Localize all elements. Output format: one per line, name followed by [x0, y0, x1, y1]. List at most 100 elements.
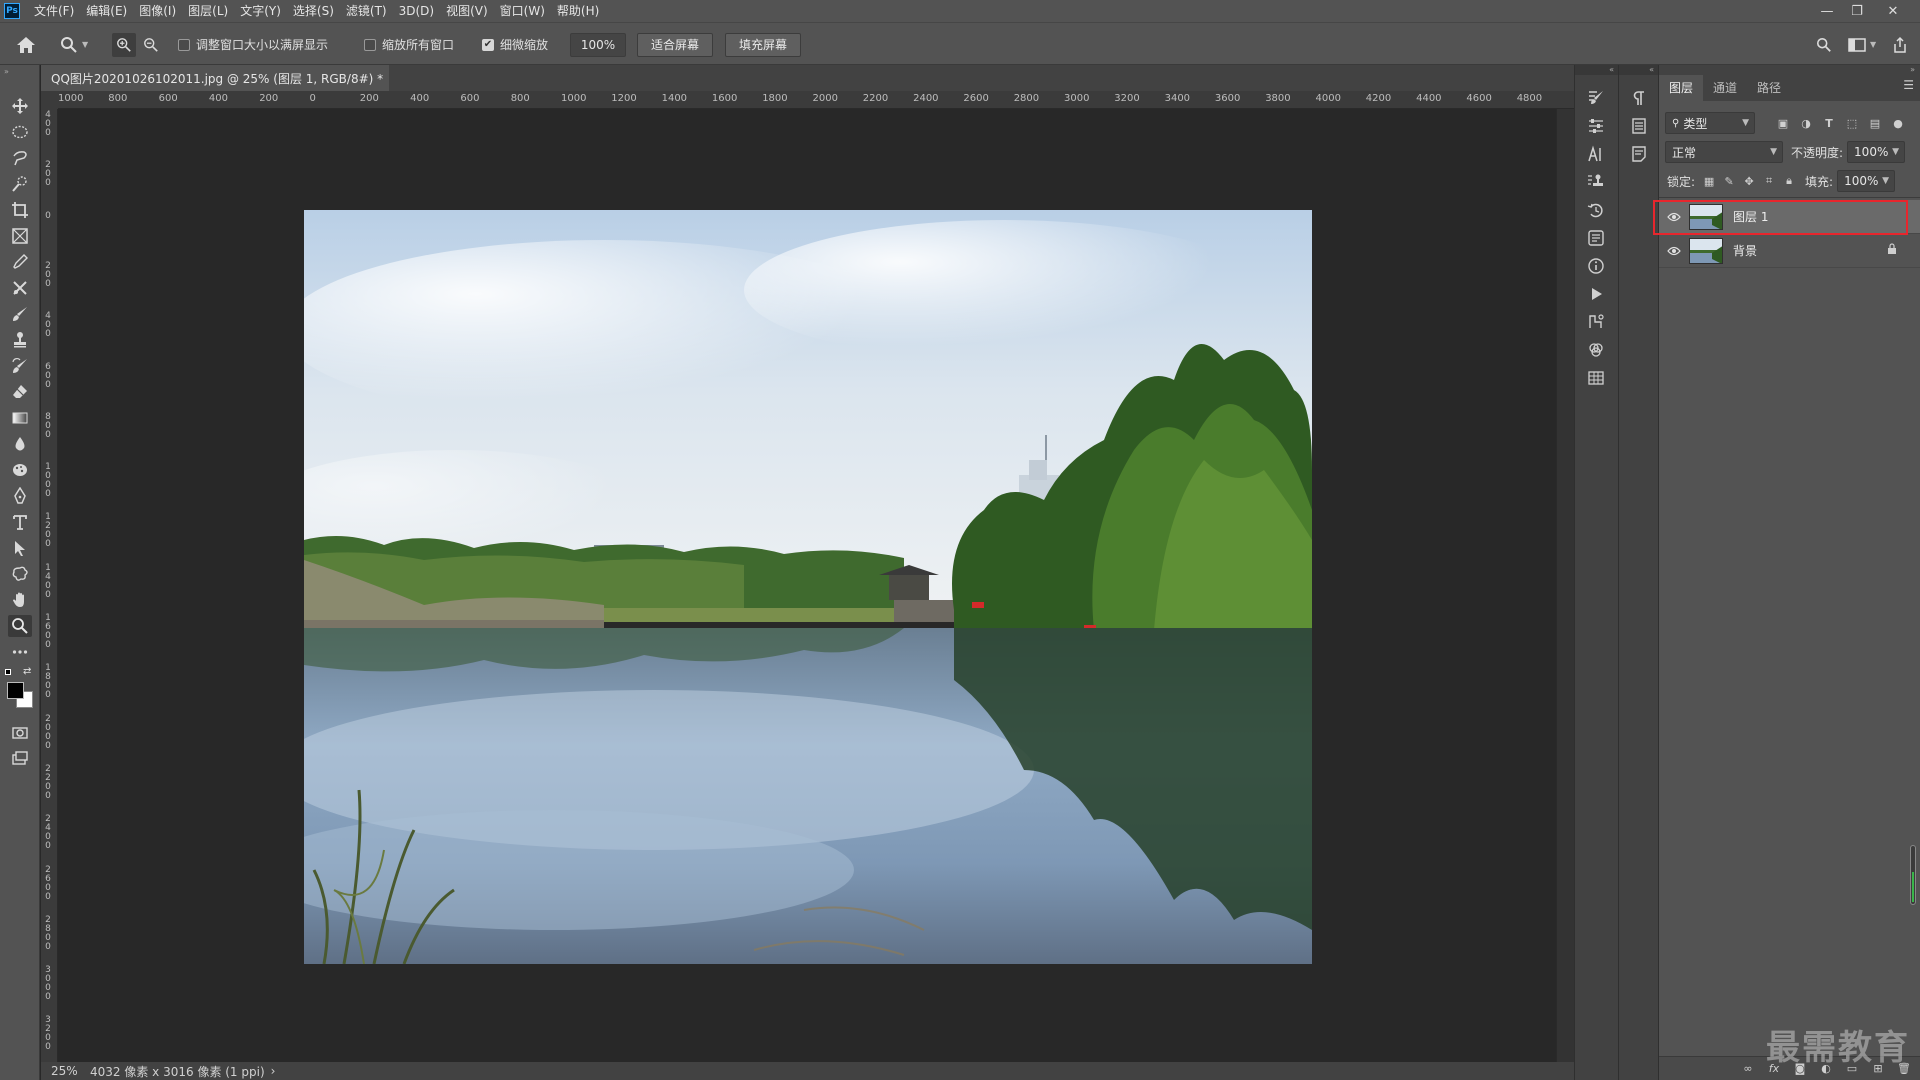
pen-tool[interactable] [8, 485, 32, 507]
status-menu-arrow-icon[interactable]: › [271, 1064, 276, 1078]
lock-position-icon[interactable]: ✥ [1741, 173, 1757, 189]
lock-image-pixels-icon[interactable]: ✎ [1721, 173, 1737, 189]
lock-all-icon[interactable]: 🔒︎ [1781, 173, 1797, 189]
brush-tool[interactable] [8, 303, 32, 325]
menu-window[interactable]: 窗口(W) [494, 0, 551, 22]
home-button[interactable] [16, 23, 36, 66]
move-tool[interactable] [8, 95, 32, 117]
search-button[interactable] [1816, 23, 1832, 66]
blend-mode-select[interactable]: 正常 ▼ [1665, 141, 1783, 163]
path-selection-tool[interactable] [8, 537, 32, 559]
link-layers-icon[interactable]: ∞ [1741, 1062, 1755, 1075]
document-tab[interactable]: QQ图片20201026102011.jpg @ 25% (图层 1, RGB/… [41, 65, 389, 91]
visibility-eye-icon[interactable] [1659, 246, 1689, 256]
hand-tool[interactable] [8, 589, 32, 611]
gradient-tool[interactable] [8, 407, 32, 429]
quick-mask-button[interactable] [8, 722, 32, 744]
resize-windows-option[interactable]: 调整窗口大小以满屏显示 [178, 23, 328, 66]
zoom-percent-field[interactable]: 100% [570, 32, 626, 57]
type-tool[interactable] [8, 511, 32, 533]
layer-filter-kind-select[interactable]: ⚲ 类型 ▼ [1665, 112, 1755, 134]
actions-panel-button[interactable] [1585, 283, 1607, 305]
tab-layers[interactable]: 图层 [1659, 75, 1704, 101]
panel-menu-icon[interactable]: ☰ [1903, 78, 1914, 92]
menu-help[interactable]: 帮助(H) [551, 0, 605, 22]
fill-field[interactable]: 100% ▼ [1837, 170, 1896, 192]
zoom-in-button[interactable] [112, 23, 136, 66]
menu-type[interactable]: 文字(Y) [234, 0, 287, 22]
ruler-origin[interactable] [41, 91, 58, 109]
filter-smart-objects-icon[interactable]: ▤ [1867, 115, 1883, 131]
paragraph-panel-button[interactable] [1628, 87, 1650, 109]
zoom-all-windows-option[interactable]: 缩放所有窗口 [364, 23, 454, 66]
filter-pixel-layers-icon[interactable]: ▣ [1775, 115, 1791, 131]
menu-file[interactable]: 文件(F) [28, 0, 80, 22]
tab-paths[interactable]: 路径 [1747, 75, 1791, 101]
zoom-level-field[interactable]: 25% [41, 1064, 90, 1078]
menu-layer[interactable]: 图层(L) [182, 0, 234, 22]
info-panel-button[interactable] [1585, 255, 1607, 277]
edit-toolbar-button[interactable] [8, 641, 32, 663]
marquee-tool[interactable] [8, 121, 32, 143]
zoom-tool[interactable] [8, 615, 32, 637]
menu-image[interactable]: 图像(I) [133, 0, 182, 22]
clone-source-panel-button[interactable] [1585, 171, 1607, 193]
close-button[interactable]: ✕ [1878, 0, 1908, 22]
collapse-dock-icon[interactable]: « [1575, 65, 1618, 75]
share-button[interactable] [1892, 23, 1908, 66]
history-panel-button[interactable] [1585, 199, 1607, 221]
history-brush-tool[interactable] [8, 355, 32, 377]
tool-preset-picker[interactable]: ▼ [60, 23, 88, 66]
properties-panel-button[interactable] [1628, 115, 1650, 137]
canvas-vertical-scrollbar[interactable] [1556, 109, 1574, 1062]
layer-row-background[interactable]: 背景 [1659, 234, 1920, 268]
frame-tool[interactable] [8, 225, 32, 247]
scrubby-zoom-checkbox[interactable]: ✔ [482, 38, 494, 51]
horizontal-ruler[interactable]: 1000 800 600 400 200 0 200 400 600 800 1000 1200 140… [58, 91, 1574, 109]
menu-filter[interactable]: 滤镜(T) [340, 0, 393, 22]
restore-button[interactable]: ❐ [1842, 0, 1872, 22]
quick-selection-tool[interactable] [8, 173, 32, 195]
zoom-all-windows-checkbox[interactable] [364, 38, 376, 51]
filter-shape-layers-icon[interactable]: ⬚ [1844, 115, 1860, 131]
panel-scroll-indicator[interactable] [1910, 845, 1916, 905]
expand-toolbar-icon[interactable]: » [4, 67, 9, 76]
lock-artboard-icon[interactable]: ⌗ [1761, 173, 1777, 189]
resize-windows-checkbox[interactable] [178, 38, 190, 51]
visibility-eye-icon[interactable] [1659, 212, 1689, 222]
foreground-color-swatch[interactable] [7, 682, 24, 699]
eyedropper-tool[interactable] [8, 251, 32, 273]
vertical-ruler[interactable]: 400 200 0 200 400 600 800 1000 1200 1400 1600 1800 2… [41, 109, 58, 1062]
character-panel-button[interactable] [1585, 143, 1607, 165]
layer-name[interactable]: 背景 [1733, 242, 1757, 259]
swatches-panel-button[interactable] [1585, 367, 1607, 389]
clone-stamp-tool[interactable] [8, 329, 32, 351]
color-swatches[interactable] [7, 682, 35, 710]
libraries-panel-button[interactable] [1585, 227, 1607, 249]
workspace-button[interactable]: ▼ [1848, 23, 1876, 66]
channels-panel-button[interactable] [1585, 339, 1607, 361]
custom-shape-tool[interactable] [8, 563, 32, 585]
canvas-area[interactable] [58, 109, 1574, 1062]
zoom-out-button[interactable] [143, 23, 159, 66]
lasso-tool[interactable] [8, 147, 32, 169]
tab-channels[interactable]: 通道 [1703, 75, 1747, 101]
filter-adjustment-layers-icon[interactable]: ◑ [1798, 115, 1814, 131]
collapse-panel-icon[interactable]: » [1659, 65, 1920, 75]
filter-type-layers-icon[interactable]: T [1821, 115, 1837, 131]
fill-screen-button[interactable]: 填充屏幕 [725, 32, 801, 57]
paths-panel-button[interactable] [1585, 311, 1607, 333]
menu-edit[interactable]: 编辑(E) [80, 0, 133, 22]
crop-tool[interactable] [8, 199, 32, 221]
screen-mode-button[interactable] [8, 748, 32, 770]
adjustments-panel-button[interactable] [1585, 115, 1607, 137]
layer-name[interactable]: 图层 1 [1733, 208, 1768, 225]
scrubby-zoom-option[interactable]: ✔ 细微缩放 [482, 23, 548, 66]
menu-3d[interactable]: 3D(D) [393, 0, 440, 22]
layer-row-layer-1[interactable]: 图层 1 [1659, 200, 1920, 234]
filter-toggle-icon[interactable]: ● [1890, 115, 1906, 131]
fit-screen-button[interactable]: 适合屏幕 [637, 32, 713, 57]
healing-brush-tool[interactable] [8, 277, 32, 299]
menu-select[interactable]: 选择(S) [287, 0, 340, 22]
minimize-button[interactable]: — [1812, 0, 1842, 22]
